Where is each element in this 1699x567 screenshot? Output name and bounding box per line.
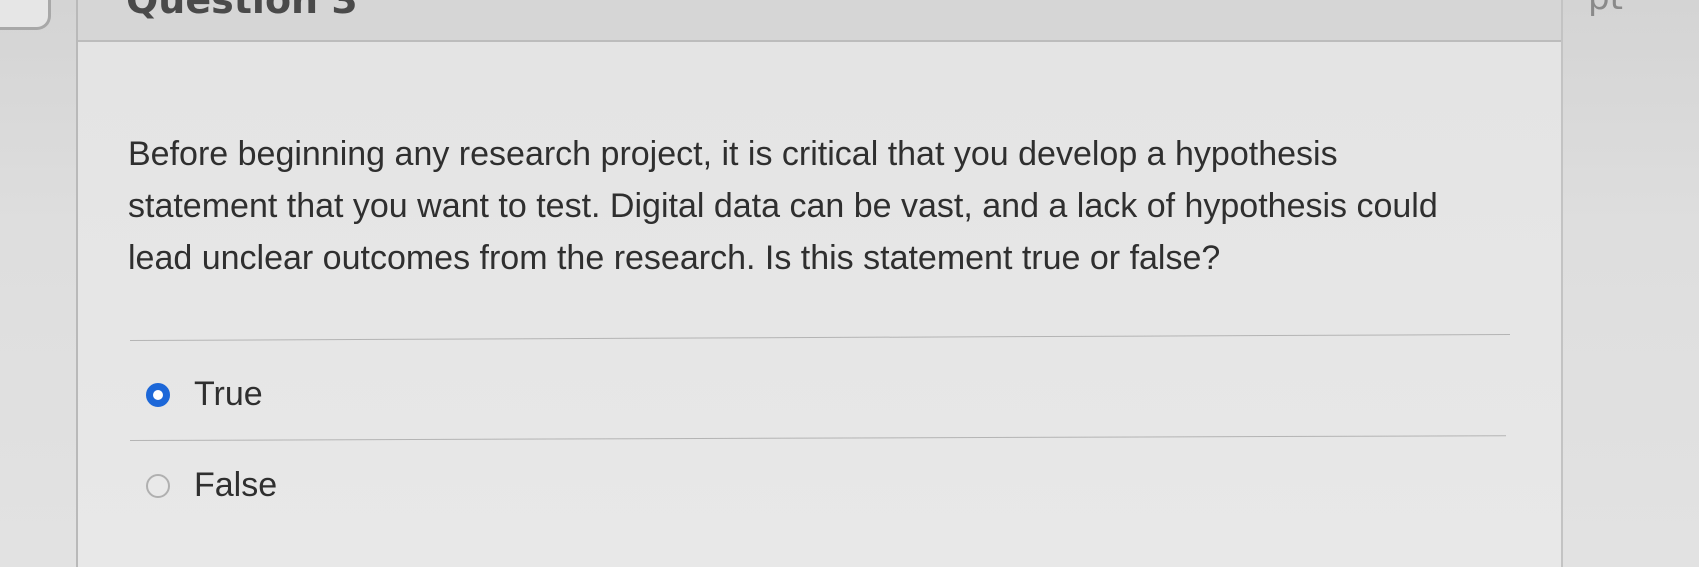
radio-button-selected[interactable] xyxy=(146,382,170,407)
points-label: pt xyxy=(1588,0,1623,18)
answer-option-false[interactable]: False xyxy=(146,466,277,505)
answer-label: False xyxy=(194,466,278,504)
quiz-page: Question 3 pt Before beginning any resea… xyxy=(0,0,1699,567)
question-title: Question 3 xyxy=(126,0,358,22)
answer-label: True xyxy=(194,375,263,413)
answer-option-true[interactable]: True xyxy=(146,375,263,414)
question-text: Before beginning any research project, i… xyxy=(128,135,1438,277)
radio-button[interactable] xyxy=(146,473,170,498)
flag-question-icon[interactable] xyxy=(0,0,51,30)
